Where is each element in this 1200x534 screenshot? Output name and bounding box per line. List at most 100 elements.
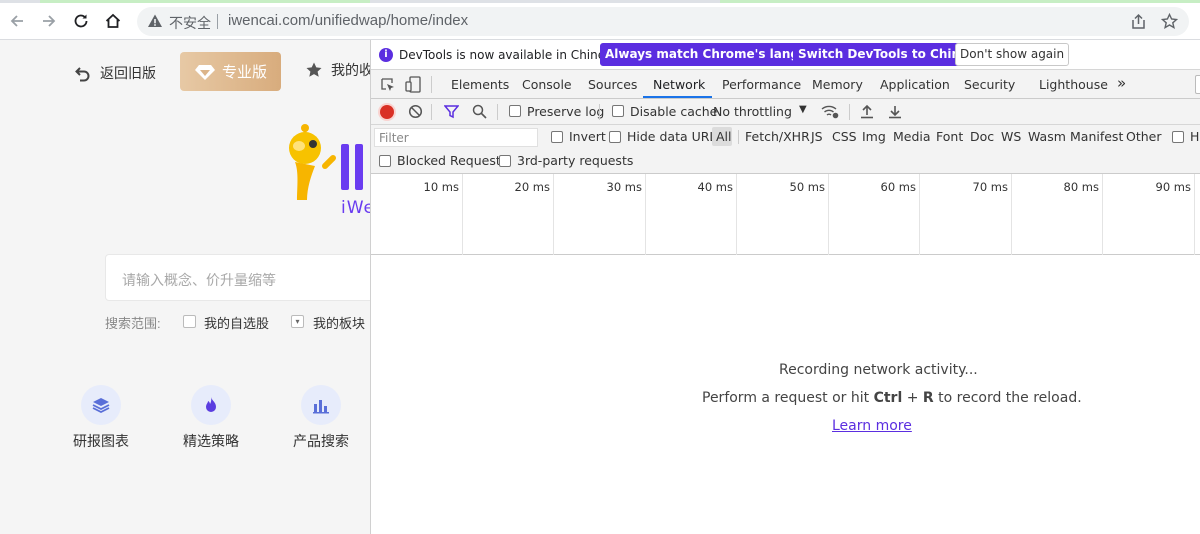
selected-strategies-label[interactable]: 精选策略	[183, 431, 239, 451]
scope-watchlist-checkbox[interactable]	[183, 315, 196, 328]
selected-strategies-icon[interactable]	[191, 385, 231, 425]
tab-sources[interactable]: Sources	[588, 77, 637, 92]
invert-checkbox[interactable]	[551, 131, 563, 143]
network-overview-timeline[interactable]: 10 ms 20 ms 30 ms 40 ms 50 ms 60 ms 70 m…	[371, 174, 1200, 255]
filter-type-ws[interactable]: WS	[1001, 129, 1021, 144]
import-har-icon[interactable]	[860, 104, 874, 119]
empty-recording-text: Recording network activity...	[779, 362, 978, 378]
research-charts-icon[interactable]	[81, 385, 121, 425]
export-har-icon[interactable]	[888, 104, 902, 119]
filter-type-img[interactable]: Img	[862, 129, 886, 144]
request-filter-options: Blocked Requests 3rd-party requests	[371, 149, 1200, 174]
search-icon[interactable]	[472, 104, 487, 119]
filter-type-other[interactable]: Other	[1126, 129, 1162, 144]
record-icon[interactable]	[380, 105, 394, 119]
empty-hint: Perform a request or hit Ctrl + R to rec…	[702, 390, 1082, 406]
filter-type-css[interactable]: CSS	[832, 129, 857, 144]
devtools-tab-bar: Elements Console Sources Network Perform…	[371, 70, 1200, 99]
return-old-version-button[interactable]: 返回旧版	[74, 60, 156, 86]
scope-sector-label[interactable]: 我的板块	[313, 313, 365, 332]
clear-icon[interactable]	[408, 104, 423, 119]
tab-performance[interactable]: Performance	[722, 77, 801, 92]
third-party-checkbox[interactable]	[499, 155, 511, 167]
home-button[interactable]	[98, 6, 128, 36]
search-scope-label: 搜索范围:	[105, 316, 161, 331]
has-blocked-cookies-checkbox[interactable]	[1172, 131, 1184, 143]
share-icon[interactable]	[1130, 13, 1147, 30]
research-charts-label[interactable]: 研报图表	[73, 431, 129, 451]
hide-data-urls-checkbox[interactable]	[609, 131, 621, 143]
timeline-tick-label: 30 ms	[606, 180, 642, 194]
forward-button[interactable]	[34, 6, 64, 36]
pro-version-button[interactable]: 专业版	[180, 52, 281, 91]
tab-lighthouse[interactable]: Lighthouse	[1039, 77, 1108, 92]
shortcut-key-r: R	[922, 390, 934, 406]
browser-toolbar: 不安全 iwencai.com/unifiedwap/home/index	[0, 3, 1200, 40]
empty-hint-suffix: to record the reload.	[938, 390, 1082, 406]
timeline-tick-label: 90 ms	[1155, 180, 1191, 194]
learn-more-link[interactable]: Learn more	[832, 418, 912, 434]
filter-type-wasm[interactable]: Wasm	[1028, 129, 1066, 144]
filter-funnel-icon[interactable]	[444, 104, 459, 119]
timeline-gridline	[462, 174, 463, 255]
device-toolbar-icon[interactable]	[405, 76, 421, 93]
favorites-button[interactable]: 我的收	[305, 60, 370, 80]
info-icon: i	[379, 48, 393, 62]
tab-elements[interactable]: Elements	[451, 77, 509, 92]
forward-arrow-icon	[43, 15, 56, 27]
filter-bar: Filter Invert Hide data URLs All Fetch/X…	[371, 125, 1200, 149]
reload-button[interactable]	[66, 6, 96, 36]
filter-type-all[interactable]: All	[716, 129, 732, 144]
url-text[interactable]: iwencai.com/unifiedwap/home/index	[228, 12, 468, 29]
timeline-gridline	[919, 174, 920, 255]
address-bar[interactable]: 不安全 iwencai.com/unifiedwap/home/index	[137, 7, 1189, 36]
iwencai-logo: iWe	[285, 122, 370, 218]
brand-text: iWe	[341, 198, 370, 218]
tab-security[interactable]: Security	[964, 77, 1015, 92]
tab-network[interactable]: Network	[653, 77, 705, 92]
timeline-gridline	[553, 174, 554, 255]
tab-application[interactable]: Application	[880, 77, 950, 92]
product-search-icon[interactable]	[301, 385, 341, 425]
product-search-label[interactable]: 产品搜索	[293, 431, 349, 451]
throttling-dropdown-icon[interactable]: ▼	[799, 104, 807, 115]
bookmark-star-icon[interactable]	[1161, 13, 1178, 30]
disable-cache-label[interactable]: Disable cache	[630, 104, 717, 119]
network-conditions-icon[interactable]	[821, 104, 839, 119]
hide-data-urls-label[interactable]: Hide data URLs	[627, 129, 723, 144]
toolbar-divider	[849, 104, 850, 120]
filter-input[interactable]: Filter	[374, 128, 538, 147]
has-blocked-cookies-label[interactable]: Ha	[1190, 129, 1200, 144]
back-button[interactable]	[2, 6, 32, 36]
blocked-requests-label[interactable]: Blocked Requests	[397, 153, 507, 168]
more-tabs-button[interactable]: »	[1117, 74, 1126, 92]
filter-type-fetch-xhr[interactable]: Fetch/XHR	[745, 129, 810, 144]
settings-overflow-icon[interactable]	[1195, 75, 1200, 94]
star-icon	[306, 62, 322, 77]
filter-type-doc[interactable]: Doc	[970, 129, 994, 144]
timeline-tick-label: 60 ms	[880, 180, 916, 194]
tab-console[interactable]: Console	[522, 77, 572, 92]
toolbar-divider	[599, 104, 600, 120]
disable-cache-checkbox[interactable]	[612, 105, 624, 117]
preserve-log-checkbox[interactable]	[509, 105, 521, 117]
inspect-element-icon[interactable]	[380, 77, 396, 93]
scope-sector-dropdown-icon[interactable]: ▾	[291, 315, 304, 328]
reload-icon	[74, 14, 88, 28]
search-input[interactable]: 请输入概念、价升量缩等	[105, 254, 370, 301]
third-party-label[interactable]: 3rd-party requests	[517, 153, 633, 168]
filter-type-media[interactable]: Media	[893, 129, 931, 144]
preserve-log-label[interactable]: Preserve log	[527, 104, 604, 119]
invert-label[interactable]: Invert	[569, 129, 606, 144]
blocked-requests-checkbox[interactable]	[379, 155, 391, 167]
filter-type-js[interactable]: JS	[811, 129, 823, 144]
timeline-gridline	[1102, 174, 1103, 255]
filter-type-manifest[interactable]: Manifest	[1070, 129, 1123, 144]
timeline-gridline	[736, 174, 737, 255]
scope-watchlist-label[interactable]: 我的自选股	[204, 313, 269, 332]
dont-show-again-button[interactable]: Don't show again	[955, 43, 1070, 66]
tab-memory[interactable]: Memory	[812, 77, 863, 92]
filter-placeholder: Filter	[379, 131, 409, 145]
filter-type-font[interactable]: Font	[936, 129, 963, 144]
throttling-select[interactable]: No throttling	[713, 104, 792, 119]
